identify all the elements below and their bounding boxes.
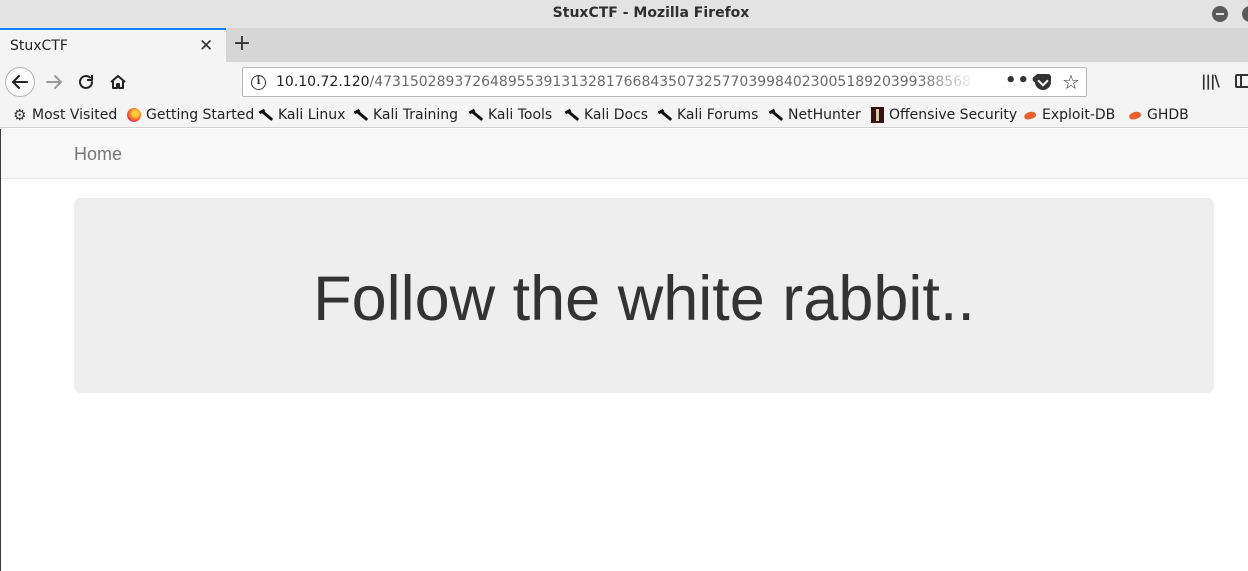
- tab-stuxctf[interactable]: StuxCTF ✕: [0, 28, 226, 62]
- bookmark-exploit-db[interactable]: Exploit-DB: [1023, 105, 1115, 125]
- sidebar-icon[interactable]: [1235, 74, 1248, 88]
- bookmark-kali-linux[interactable]: Kali Linux: [259, 105, 345, 125]
- tab-title: StuxCTF: [10, 38, 68, 54]
- tab-strip: StuxCTF ✕ +: [0, 28, 1248, 62]
- exploitdb-icon: [1128, 108, 1142, 122]
- navigation-toolbar: i 10.10.72.120/4731502893726489553913132…: [0, 62, 1248, 102]
- bookmark-ghdb[interactable]: GHDB: [1128, 105, 1189, 125]
- bookmark-offensive-security[interactable]: Offensive Security: [871, 105, 1017, 125]
- library-icon[interactable]: |||\: [1201, 72, 1220, 90]
- url-path: /473150289372648955391313281766843507325…: [369, 74, 976, 90]
- url-input[interactable]: 10.10.72.120/473150289372648955391313281…: [276, 74, 976, 90]
- minimize-icon[interactable]: [1212, 6, 1228, 22]
- bookmark-kali-forums[interactable]: Kali Forums: [658, 105, 758, 125]
- home-icon: [110, 75, 126, 89]
- bookmark-label: Offensive Security: [889, 107, 1018, 123]
- back-button[interactable]: [5, 67, 35, 97]
- bookmark-nethunter[interactable]: NetHunter: [769, 105, 861, 125]
- window-title: StuxCTF - Mozilla Firefox: [552, 5, 750, 21]
- new-tab-button[interactable]: +: [231, 31, 253, 57]
- bookmark-label: Kali Linux: [278, 107, 346, 123]
- bookmark-label: NetHunter: [788, 107, 861, 123]
- nav-home-link[interactable]: Home: [74, 144, 122, 165]
- window-titlebar: StuxCTF - Mozilla Firefox: [0, 0, 1248, 28]
- arrow-right-icon: [46, 75, 62, 89]
- bookmarks-toolbar: ⚙ Most Visited Getting Started Kali Linu…: [0, 102, 1248, 128]
- reload-button[interactable]: [71, 67, 101, 97]
- kali-dragon-icon: [769, 108, 783, 122]
- kali-dragon-icon: [469, 108, 483, 122]
- arrow-left-icon: [12, 75, 28, 89]
- jumbotron: Follow the white rabbit..: [74, 198, 1214, 393]
- pocket-icon[interactable]: [1035, 74, 1051, 90]
- bookmark-most-visited[interactable]: ⚙ Most Visited: [13, 105, 117, 125]
- bookmark-label: Most Visited: [32, 107, 118, 123]
- reload-icon: [79, 74, 93, 89]
- exploitdb-icon: [1023, 108, 1037, 122]
- url-host: 10.10.72.120: [276, 74, 370, 90]
- bookmark-star-icon[interactable]: ☆: [1062, 69, 1080, 95]
- viewport-edge: [0, 129, 1, 571]
- bookmark-label: Kali Tools: [488, 107, 553, 123]
- bookmark-label: Kali Forums: [677, 107, 759, 123]
- gear-icon: ⚙: [13, 106, 27, 124]
- bookmark-label: Kali Docs: [584, 107, 649, 123]
- kali-dragon-icon: [658, 108, 672, 122]
- kali-dragon-icon: [565, 108, 579, 122]
- offsec-icon: [871, 107, 884, 123]
- home-button[interactable]: [103, 67, 133, 97]
- bookmark-getting-started[interactable]: Getting Started: [127, 105, 254, 125]
- site-navbar: Home: [1, 129, 1248, 179]
- page-heading: Follow the white rabbit..: [313, 264, 975, 334]
- bookmark-label: Exploit-DB: [1042, 107, 1116, 123]
- info-icon[interactable]: i: [251, 75, 266, 90]
- kali-dragon-icon: [354, 108, 368, 122]
- bookmark-label: Kali Training: [373, 107, 458, 123]
- bookmark-label: GHDB: [1147, 107, 1189, 123]
- kali-dragon-icon: [259, 108, 273, 122]
- bookmark-kali-docs[interactable]: Kali Docs: [565, 105, 648, 125]
- bookmark-label: Getting Started: [146, 107, 255, 123]
- close-tab-icon[interactable]: ✕: [199, 36, 213, 56]
- bookmark-kali-tools[interactable]: Kali Tools: [469, 105, 552, 125]
- firefox-icon: [127, 108, 141, 122]
- bookmark-kali-training[interactable]: Kali Training: [354, 105, 458, 125]
- url-bar[interactable]: i 10.10.72.120/4731502893726489553913132…: [242, 67, 1087, 97]
- forward-button[interactable]: [39, 67, 69, 97]
